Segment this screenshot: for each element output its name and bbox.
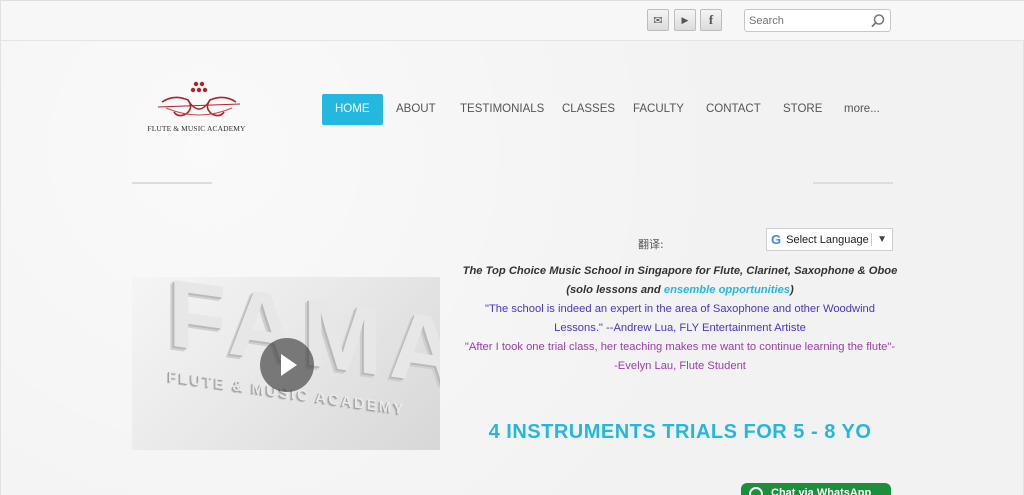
divider-left <box>132 182 212 184</box>
nav-home[interactable]: HOME <box>322 94 383 125</box>
chevron-down-icon: ▼ <box>877 234 887 245</box>
translate-label: 翻译: <box>638 238 664 251</box>
quote-2-line-2: -Evelyn Lau, Flute Student <box>614 360 746 372</box>
nav-store[interactable]: STORE <box>783 94 822 125</box>
tagline-sub-prefix: (solo lessons and <box>566 284 664 296</box>
quote-1-line-1: "The school is indeed an expert in the a… <box>485 303 875 315</box>
logo-text: FLUTE & MUSIC ACADEMY <box>147 124 246 133</box>
quote-2-line-1: "After I took one trial class, her teach… <box>464 341 896 353</box>
play-button[interactable] <box>260 338 314 392</box>
youtube-icon[interactable]: ▶ <box>674 9 696 31</box>
tagline: The Top Choice Music School in Singapore… <box>462 265 898 277</box>
email-icon[interactable]: ✉ <box>647 9 669 31</box>
search-input[interactable] <box>744 9 891 32</box>
tagline-sub-suffix: ) <box>790 284 794 296</box>
search-icon[interactable] <box>870 13 886 29</box>
select-separator <box>871 233 873 246</box>
trials-headline: 4 INSTRUMENTS TRIALS FOR 5 - 8 YO <box>488 421 872 443</box>
nav-testimonials[interactable]: TESTIMONIALS <box>460 94 544 125</box>
whatsapp-chat-button[interactable]: Chat via WhatsApp <box>741 483 891 495</box>
nav-faculty[interactable]: FACULTY <box>633 94 684 125</box>
intro-video[interactable]: FAMA FLUTE & MUSIC ACADEMY <box>132 277 440 450</box>
ensemble-link[interactable]: ensemble opportunities <box>664 284 790 296</box>
tagline-sub: (solo lessons and ensemble opportunities… <box>441 284 919 296</box>
whatsapp-icon <box>749 487 763 495</box>
nav-about[interactable]: ABOUT <box>396 94 436 125</box>
page: ✉ ▶ f FLUTE & MUSIC ACADEMY HOME ABOUT T… <box>0 0 1024 495</box>
language-select-label: Select Language <box>786 233 869 246</box>
language-select[interactable]: G Select Language ▼ <box>766 228 893 251</box>
divider-right <box>813 182 893 184</box>
facebook-icon[interactable]: f <box>700 9 722 31</box>
google-icon: G <box>771 232 782 247</box>
nav-contact[interactable]: CONTACT <box>706 94 761 125</box>
whatsapp-chat-label: Chat via WhatsApp <box>771 487 872 495</box>
quote-1-line-2: Lessons." --Andrew Lua, FLY Entertainmen… <box>554 322 806 334</box>
nav-more[interactable]: more... <box>844 94 880 125</box>
nav-classes[interactable]: CLASSES <box>562 94 615 125</box>
